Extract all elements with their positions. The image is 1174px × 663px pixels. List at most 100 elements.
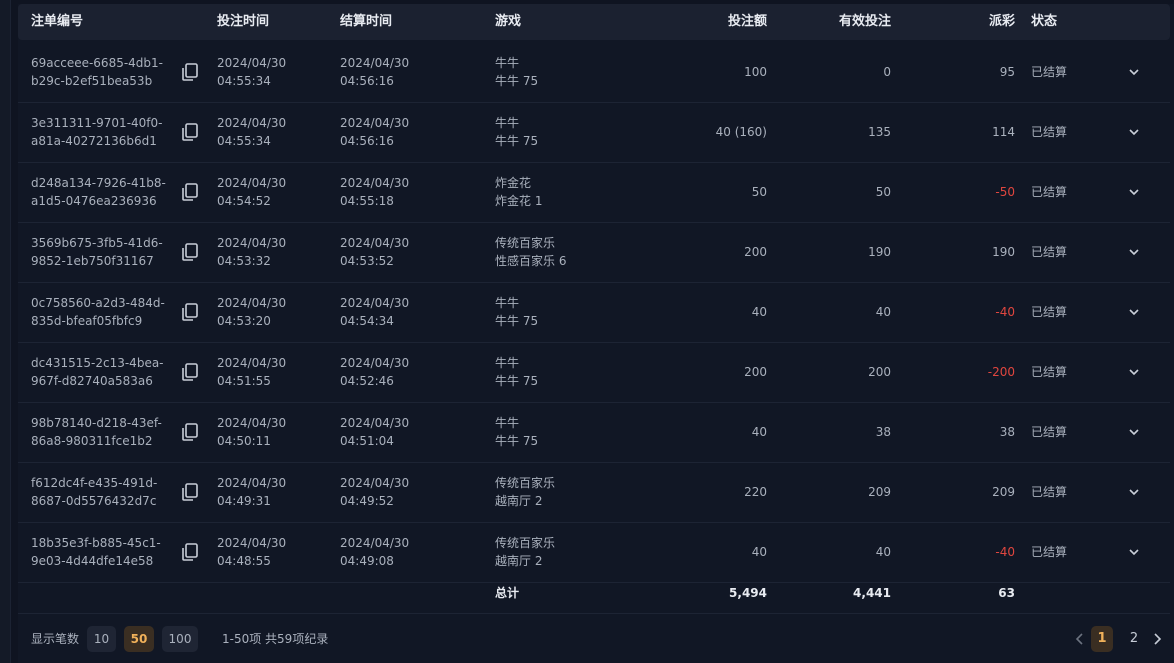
settle-time: 2024/04/30 04:54:34 bbox=[340, 296, 410, 328]
copy-order-id-button[interactable] bbox=[180, 542, 200, 562]
order-id: dc431515-2c13-4bea- 967f-d82740a583a6 bbox=[31, 356, 164, 388]
table-row[interactable]: 3e311311-9701-40f0- a81a-40272136b6d1 2024… bbox=[18, 102, 1170, 163]
chevron-down-icon bbox=[1126, 546, 1142, 565]
totals-bet-amount: 5,494 bbox=[729, 586, 767, 600]
record-range-text: 1-50项 共59项纪录 bbox=[222, 632, 329, 646]
valid-bet: 38 bbox=[875, 425, 891, 439]
order-id: 3e311311-9701-40f0- a81a-40272136b6d1 bbox=[31, 116, 163, 148]
next-page-button[interactable] bbox=[1149, 626, 1165, 652]
page-2-button[interactable]: 2 bbox=[1123, 626, 1145, 652]
table-row[interactable]: 0c758560-a2d3-484d- 835d-bfeaf05fbfc9 2024… bbox=[18, 282, 1170, 343]
copy-order-id-button[interactable] bbox=[180, 422, 200, 442]
expand-row-button[interactable] bbox=[1126, 363, 1142, 381]
settle-time: 2024/04/30 04:56:16 bbox=[340, 56, 410, 88]
totals-row: 总计 5,494 4,441 63 bbox=[18, 573, 1170, 614]
copy-order-id-button[interactable] bbox=[180, 242, 200, 262]
copy-icon bbox=[180, 123, 200, 146]
status-text: 已结算 bbox=[1031, 305, 1068, 319]
status-text: 已结算 bbox=[1031, 245, 1068, 259]
copy-icon bbox=[180, 543, 200, 566]
table-row[interactable]: f612dc4f-e435-491d- 8687-0d5576432d7c 2024… bbox=[18, 462, 1170, 523]
page-size-50-button[interactable]: 50 bbox=[124, 626, 154, 652]
valid-bet: 135 bbox=[868, 125, 891, 139]
header-settle-time: 结算时间 bbox=[340, 14, 393, 29]
bet-amount: 40 bbox=[751, 305, 767, 319]
valid-bet: 209 bbox=[868, 485, 891, 499]
copy-order-id-button[interactable] bbox=[180, 62, 200, 82]
table-row[interactable]: 3569b675-3fb5-41d6- 9852-1eb750f31167 2024… bbox=[18, 222, 1170, 283]
bet-time: 2024/04/30 04:53:20 bbox=[217, 296, 287, 328]
expand-row-button[interactable] bbox=[1126, 483, 1142, 501]
valid-bet: 0 bbox=[883, 65, 891, 79]
settle-time: 2024/04/30 04:53:52 bbox=[340, 236, 410, 268]
game-name: 牛牛 牛牛 75 bbox=[495, 116, 539, 148]
settle-time: 2024/04/30 04:52:46 bbox=[340, 356, 410, 388]
page-1-button[interactable]: 1 bbox=[1091, 626, 1113, 652]
settle-time: 2024/04/30 04:55:18 bbox=[340, 176, 410, 208]
status-text: 已结算 bbox=[1031, 365, 1068, 379]
chevron-down-icon bbox=[1126, 486, 1142, 505]
status-text: 已结算 bbox=[1031, 65, 1068, 79]
bet-time: 2024/04/30 04:55:34 bbox=[217, 56, 287, 88]
bet-amount: 40 bbox=[751, 425, 767, 439]
chevron-down-icon bbox=[1126, 306, 1142, 325]
page-size-100-button[interactable]: 100 bbox=[162, 626, 198, 652]
valid-bet: 190 bbox=[868, 245, 891, 259]
bet-amount: 50 bbox=[751, 185, 767, 199]
bet-time: 2024/04/30 04:50:11 bbox=[217, 416, 287, 448]
valid-bet: 50 bbox=[875, 185, 891, 199]
table-row[interactable]: d248a134-7926-41b8- a1d5-0476ea236936 2024… bbox=[18, 162, 1170, 223]
chevron-right-icon bbox=[1154, 633, 1162, 645]
table-row[interactable]: 69acceee-6685-4db1- b29c-b2ef51bea53b 2024… bbox=[18, 42, 1170, 103]
totals-valid-bet: 4,441 bbox=[853, 586, 891, 600]
chevron-down-icon bbox=[1126, 66, 1142, 85]
bet-amount: 40 (160) bbox=[715, 125, 767, 139]
payout: 190 bbox=[992, 245, 1015, 259]
expand-row-button[interactable] bbox=[1126, 543, 1142, 561]
copy-order-id-button[interactable] bbox=[180, 362, 200, 382]
copy-order-id-button[interactable] bbox=[180, 122, 200, 142]
bet-time: 2024/04/30 04:54:52 bbox=[217, 176, 287, 208]
chevron-down-icon bbox=[1126, 246, 1142, 265]
expand-row-button[interactable] bbox=[1126, 303, 1142, 321]
table-header: 注单编号 投注时间 结算时间 游戏 投注额 有效投注 派彩 状态 bbox=[18, 4, 1170, 40]
header-status: 状态 bbox=[1031, 14, 1058, 29]
header-bet-time: 投注时间 bbox=[217, 14, 270, 29]
bet-amount: 100 bbox=[744, 65, 767, 79]
expand-row-button[interactable] bbox=[1126, 243, 1142, 261]
expand-row-button[interactable] bbox=[1126, 63, 1142, 81]
header-game: 游戏 bbox=[495, 14, 522, 29]
chevron-left-icon bbox=[1075, 633, 1083, 645]
page-size-10-button[interactable]: 10 bbox=[87, 626, 116, 652]
bet-time: 2024/04/30 04:49:31 bbox=[217, 476, 287, 508]
expand-row-button[interactable] bbox=[1126, 123, 1142, 141]
settle-time: 2024/04/30 04:56:16 bbox=[340, 116, 410, 148]
pagination-bar: 显示笔数 10 50 100 1-50项 共59项纪录 1 2 bbox=[18, 624, 1170, 654]
copy-order-id-button[interactable] bbox=[180, 302, 200, 322]
expand-row-button[interactable] bbox=[1126, 423, 1142, 441]
copy-icon bbox=[180, 363, 200, 386]
order-id: 69acceee-6685-4db1- b29c-b2ef51bea53b bbox=[31, 56, 163, 88]
totals-payout: 63 bbox=[998, 586, 1015, 600]
bet-amount: 200 bbox=[744, 365, 767, 379]
payout: 38 bbox=[999, 425, 1015, 439]
status-text: 已结算 bbox=[1031, 485, 1068, 499]
table-row[interactable]: 98b78140-d218-43ef- 86a8-980311fce1b2 2024… bbox=[18, 402, 1170, 463]
chevron-down-icon bbox=[1126, 366, 1142, 385]
copy-order-id-button[interactable] bbox=[180, 182, 200, 202]
bet-time: 2024/04/30 04:51:55 bbox=[217, 356, 287, 388]
status-text: 已结算 bbox=[1031, 425, 1068, 439]
valid-bet: 200 bbox=[868, 365, 891, 379]
copy-icon bbox=[180, 243, 200, 266]
chevron-down-icon bbox=[1126, 186, 1142, 205]
expand-row-button[interactable] bbox=[1126, 183, 1142, 201]
prev-page-button[interactable] bbox=[1072, 626, 1088, 652]
copy-order-id-button[interactable] bbox=[180, 482, 200, 502]
copy-icon bbox=[180, 63, 200, 86]
order-id: 0c758560-a2d3-484d- 835d-bfeaf05fbfc9 bbox=[31, 296, 165, 328]
game-name: 传统百家乐 越南厅 2 bbox=[495, 476, 556, 508]
table-row[interactable]: dc431515-2c13-4bea- 967f-d82740a583a6 2024… bbox=[18, 342, 1170, 403]
order-id: f612dc4f-e435-491d- 8687-0d5576432d7c bbox=[31, 476, 158, 508]
valid-bet: 40 bbox=[875, 545, 891, 559]
settle-time: 2024/04/30 04:51:04 bbox=[340, 416, 410, 448]
